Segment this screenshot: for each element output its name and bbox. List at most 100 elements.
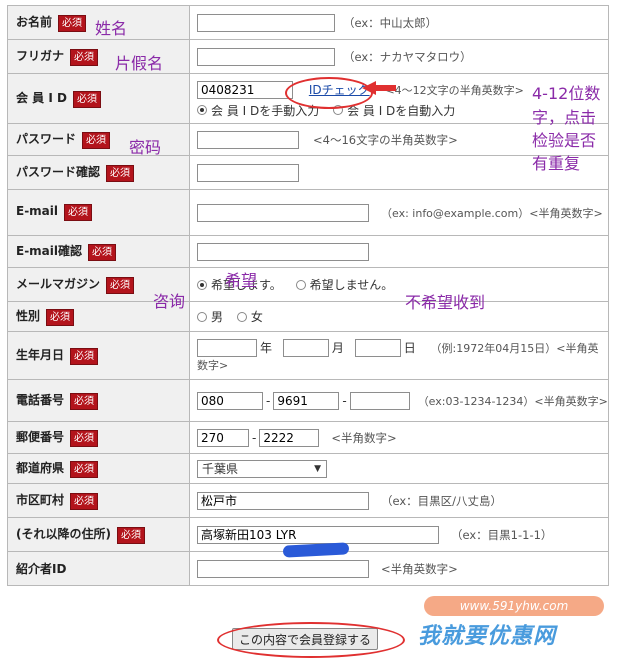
password-input[interactable]	[197, 130, 299, 149]
row-prefecture: 都道府県 必須 千葉県 ▼	[7, 453, 609, 484]
cell-city: （ex：目黒区/八丈島）	[189, 483, 609, 518]
radio-magazine-no[interactable]	[295, 279, 306, 290]
phone-dash-1: -	[266, 393, 271, 408]
cell-prefecture: 千葉県 ▼	[189, 453, 609, 484]
address-hint: （ex：目黒1-1-1）	[451, 527, 553, 542]
label-referrer: 紹介者ID	[7, 551, 190, 586]
annotation-hope: 希望	[225, 271, 258, 290]
birth-month-label: 月	[331, 341, 344, 355]
phone-part2-input[interactable]	[273, 391, 340, 410]
chevron-down-icon: ▼	[314, 463, 321, 474]
label-phone: 電話番号 必須	[7, 379, 190, 422]
radio-id-auto-label: 会 員 I Dを自動入力	[347, 103, 456, 118]
cell-gender: 男 女	[189, 301, 609, 332]
postal-hint: <半角数字>	[331, 430, 397, 445]
row-password-confirm: パスワード確認 必須	[7, 155, 609, 190]
row-magazine: メールマガジン 必須 希望します。 希望しません。	[7, 267, 609, 302]
label-city: 市区町村 必須	[7, 483, 190, 518]
cell-referrer: <半角英数字>	[189, 551, 609, 586]
annotation-id-note-3: 检验是否	[532, 131, 597, 150]
required-badge: 必須	[116, 527, 145, 544]
city-input[interactable]	[197, 491, 369, 510]
annotation-id-note-2: 字，点击	[532, 108, 597, 127]
label-password-confirm: パスワード確認 必須	[7, 155, 190, 190]
row-phone: 電話番号必須 - - （ex:03-1234-1234）<半角英数字>	[7, 379, 609, 422]
cell-postal: - <半角数字>	[189, 421, 609, 454]
phone-hint: （ex:03-1234-1234）<半角英数字>	[417, 394, 608, 408]
email-confirm-input[interactable]	[197, 242, 369, 261]
radio-id-manual[interactable]	[197, 105, 207, 115]
address-input[interactable]	[197, 525, 439, 544]
registration-form-table: お名前 必須 （ex：中山太郎） フリガナ 必須 （ex：ナカヤマタロウ） 会 員 …	[7, 5, 609, 586]
label-email: E-mail 必須	[7, 189, 190, 236]
required-badge: 必須	[64, 204, 93, 221]
referrer-input[interactable]	[197, 559, 369, 578]
radio-gender-male-label: 男	[211, 310, 224, 324]
required-badge: 必須	[70, 348, 99, 365]
cell-address: （ex：目黒1-1-1）	[189, 517, 609, 552]
password-confirm-input[interactable]	[197, 163, 299, 182]
label-email-confirm: E-mail確認 必須	[7, 235, 190, 268]
label-address: (それ以降の住所) 必須	[7, 517, 190, 552]
required-badge: 必須	[106, 165, 135, 182]
radio-magazine-yes[interactable]	[197, 279, 207, 290]
phone-part1-input[interactable]	[197, 391, 263, 410]
cell-phone: - - （ex:03-1234-1234）<半角英数字>	[189, 379, 609, 422]
radio-gender-male[interactable]	[197, 311, 207, 322]
watermark-url: www.591yhw.com	[424, 596, 604, 616]
required-badge: 必須	[72, 91, 101, 108]
prefecture-selected-value: 千葉県	[202, 461, 239, 476]
member-id-hint: <4〜12文字の半角英数字>	[385, 83, 524, 97]
required-badge: 必須	[106, 277, 135, 294]
annotation-arrow-icon	[362, 81, 396, 95]
furigana-input[interactable]	[197, 47, 335, 66]
radio-gender-female[interactable]	[236, 311, 247, 322]
required-badge: 必須	[70, 49, 99, 66]
row-birthday: 生年月日 必須 年 月 日 （例:1972年04月15日）<半角英数字>	[7, 331, 609, 380]
watermark-logo: 我就要优惠网	[418, 624, 557, 649]
required-badge: 必須	[88, 244, 117, 261]
referrer-hint: <半角英数字>	[381, 561, 458, 576]
required-badge: 必須	[70, 393, 99, 410]
email-input[interactable]	[197, 203, 369, 222]
cell-name: （ex：中山太郎）	[189, 5, 609, 40]
cell-furigana: （ex：ナカヤマタロウ）	[189, 39, 609, 74]
cell-email: （ex: info@example.com）<半角英数字>	[189, 189, 609, 236]
birth-day-label: 日	[403, 341, 416, 355]
cell-birthday: 年 月 日 （例:1972年04月15日）<半角英数字>	[189, 331, 609, 380]
label-member-id: 会 員 I D 必須	[7, 73, 190, 124]
annotation-furigana: 片假名	[115, 54, 164, 73]
required-badge: 必須	[70, 461, 99, 478]
required-badge: 必須	[46, 309, 75, 326]
furigana-hint: （ex：ナカヤマタロウ）	[343, 49, 472, 64]
label-birthday: 生年月日 必須	[7, 331, 190, 380]
row-gender: 性別 必須 男 女	[7, 301, 609, 332]
annotation-name: 姓名	[95, 19, 128, 38]
city-hint: （ex：目黒区/八丈島）	[381, 493, 503, 508]
phone-dash-2: -	[342, 393, 347, 408]
birth-day-input[interactable]	[354, 338, 401, 357]
name-input[interactable]	[197, 13, 335, 32]
row-postal: 郵便番号必須 - <半角数字>	[7, 421, 609, 454]
email-hint: （ex: info@example.com）<半角英数字>	[381, 206, 603, 220]
birth-month-input[interactable]	[282, 338, 329, 357]
row-email: E-mail 必須 （ex: info@example.com）<半角英数字>	[7, 189, 609, 236]
postal-part2-input[interactable]	[259, 428, 320, 447]
member-id-input[interactable]	[197, 80, 293, 99]
phone-part3-input[interactable]	[349, 391, 410, 410]
prefecture-select[interactable]: 千葉県 ▼	[197, 459, 327, 478]
radio-gender-female-label: 女	[250, 310, 263, 324]
radio-id-manual-label: 会 員 I Dを手動入力	[211, 103, 320, 118]
label-postal: 郵便番号 必須	[7, 421, 190, 454]
postal-part1-input[interactable]	[197, 428, 249, 447]
id-check-link[interactable]: IDチェック	[309, 83, 370, 97]
row-member-id: 会 員 I D必須 IDチェック <4〜12文字の半角英数字> 会 員 I Dを…	[7, 73, 609, 124]
radio-id-auto[interactable]	[333, 105, 344, 115]
birth-year-input[interactable]	[197, 338, 257, 357]
row-password: パスワード 必須 <4〜16文字の半角英数字>	[7, 123, 609, 156]
annotation-password: 密码	[129, 138, 162, 157]
annotation-no-hope: 不希望收到	[405, 293, 486, 312]
required-badge: 必須	[82, 132, 111, 149]
submit-register-button[interactable]: この内容で会員登録する	[232, 628, 379, 650]
label-prefecture: 都道府県 必須	[7, 453, 190, 484]
